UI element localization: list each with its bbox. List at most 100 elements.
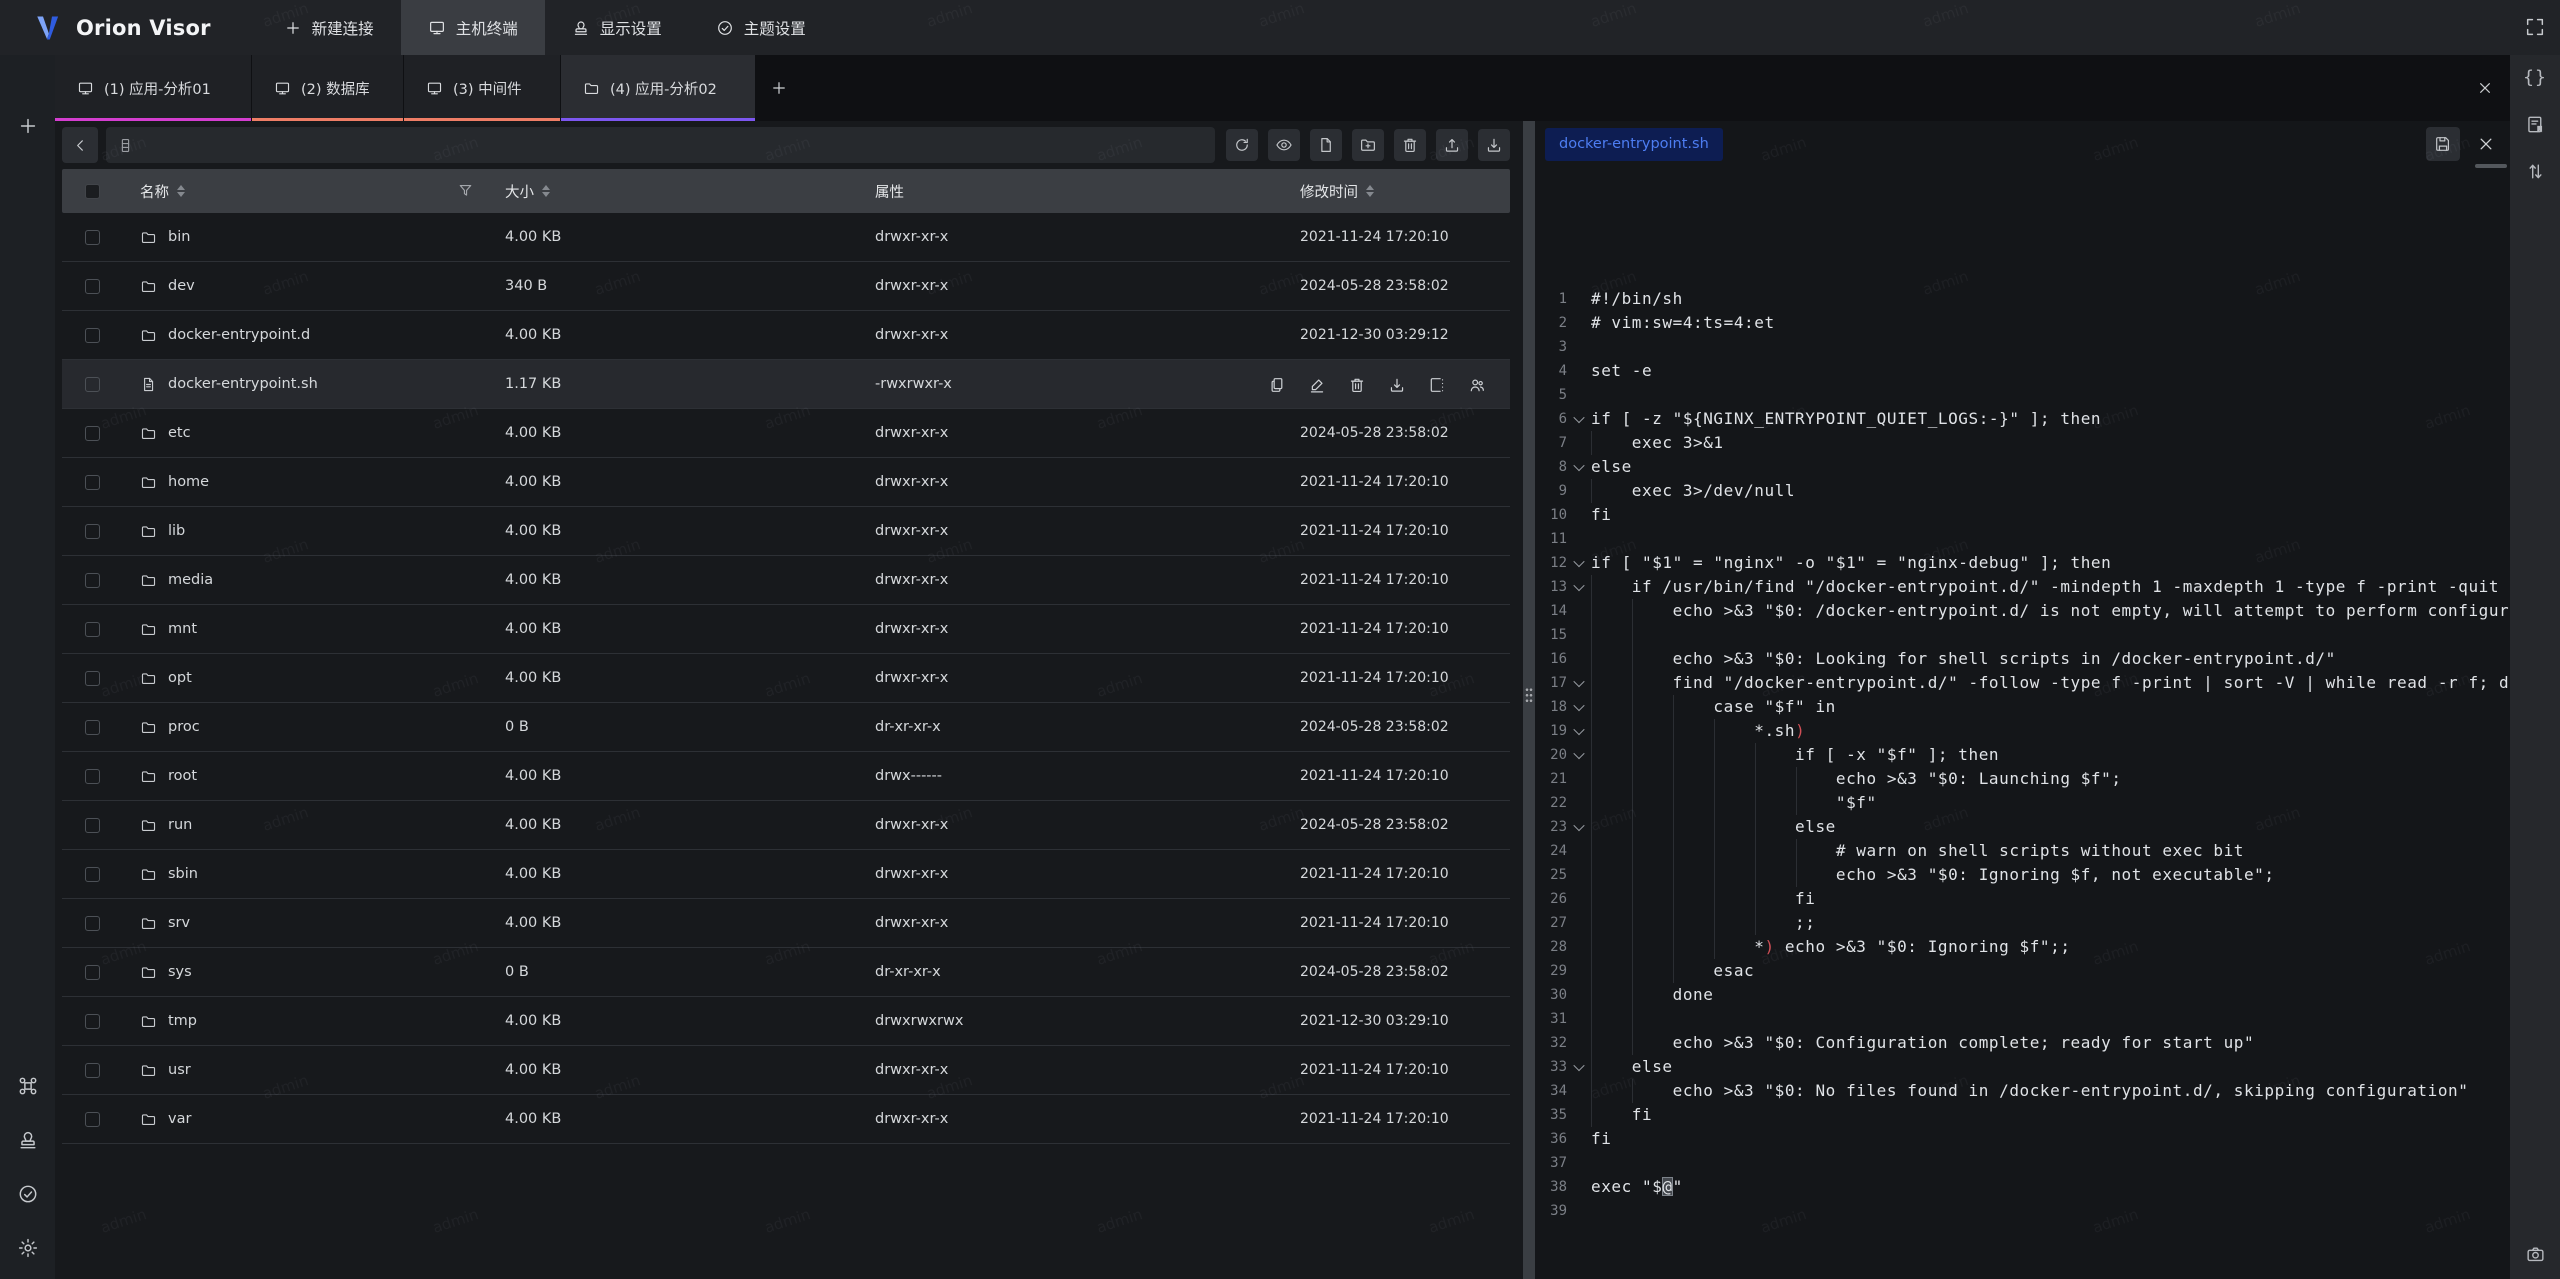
row-checkbox[interactable] [85,279,100,294]
table-row[interactable]: docker-entrypoint.sh1.17 KB-rwxrwxr-x [62,360,1510,409]
sort-arrows-icon[interactable] [1366,185,1374,198]
row-checkbox[interactable] [85,524,100,539]
download-button[interactable] [1478,129,1510,161]
row-checkbox[interactable] [85,1112,100,1127]
fold-toggle-icon[interactable] [1567,719,1591,743]
select-all-checkbox[interactable] [85,184,100,199]
sort-arrows-icon[interactable] [177,185,185,198]
file-size-cell: 4.00 KB [500,229,870,245]
refresh-button[interactable] [1226,129,1258,161]
table-row[interactable]: usr4.00 KBdrwxr-xr-x2021-11-24 17:20:10 [62,1046,1510,1095]
gear-icon[interactable] [17,1237,39,1259]
table-row[interactable]: etc4.00 KBdrwxr-xr-x2024-05-28 23:58:02 [62,409,1510,458]
eye-button[interactable] [1268,129,1300,161]
table-row[interactable]: root4.00 KBdrwx------2021-11-24 17:20:10 [62,752,1510,801]
row-checkbox[interactable] [85,965,100,980]
fold-toggle-icon[interactable] [1567,455,1591,479]
editor-code-area[interactable]: 1#!/bin/sh2# vim:sw=4:ts=4:et34set -e56i… [1535,287,2510,1223]
table-row[interactable]: sbin4.00 KBdrwxr-xr-x2021-11-24 17:20:10 [62,850,1510,899]
row-checkbox[interactable] [85,230,100,245]
fold-toggle-icon[interactable] [1567,695,1591,719]
path-input[interactable] [106,127,1215,163]
nav-item-new-connection[interactable]: 新建连接 [257,0,401,55]
code-text: find "/docker-entrypoint.d/" -follow -ty… [1591,673,2510,692]
fold-toggle-icon[interactable] [1567,815,1591,839]
file-name: dev [168,278,195,294]
close-panel-icon[interactable] [2476,79,2494,97]
doc-bookmark-icon[interactable] [2525,114,2546,135]
new-folder-button[interactable] [1352,129,1384,161]
trash-icon[interactable] [1348,376,1366,394]
row-checkbox[interactable] [85,475,100,490]
row-checkbox[interactable] [85,671,100,686]
row-checkbox[interactable] [85,818,100,833]
table-row[interactable]: sys0 Bdr-xr-xr-x2024-05-28 23:58:02 [62,948,1510,997]
editor-file-tab[interactable]: docker-entrypoint.sh [1545,128,1723,161]
table-row[interactable]: dev340 Bdrwxr-xr-x2024-05-28 23:58:02 [62,262,1510,311]
download-icon[interactable] [1388,376,1406,394]
new-file-button[interactable] [1310,129,1342,161]
tab-2[interactable]: (2) 数据库 [252,55,403,121]
fold-toggle-icon[interactable] [1567,1055,1591,1079]
row-checkbox[interactable] [85,867,100,882]
row-checkbox[interactable] [85,1014,100,1029]
row-checkbox[interactable] [85,377,100,392]
table-row[interactable]: tmp4.00 KBdrwxrwxrwx2021-12-30 03:29:10 [62,997,1510,1046]
fullscreen-icon[interactable] [2524,16,2546,38]
table-row[interactable]: lib4.00 KBdrwxr-xr-x2021-11-24 17:20:10 [62,507,1510,556]
plus-icon[interactable] [17,115,39,137]
tab-3[interactable]: (3) 中间件 [404,55,560,121]
table-row[interactable]: docker-entrypoint.d4.00 KBdrwxr-xr-x2021… [62,311,1510,360]
sort-arrows-icon[interactable] [542,185,550,198]
column-header-size[interactable]: 大小 [500,169,870,213]
permission-icon[interactable] [1468,376,1486,394]
table-row[interactable]: opt4.00 KBdrwxr-xr-x2021-11-24 17:20:10 [62,654,1510,703]
braces-icon[interactable]: {} [2525,67,2546,88]
table-row[interactable]: home4.00 KBdrwxr-xr-x2021-11-24 17:20:10 [62,458,1510,507]
fold-toggle-icon[interactable] [1567,407,1591,431]
new-tab-button[interactable] [756,55,802,121]
panel-resize-handle[interactable] [1523,121,1535,1279]
row-checkbox[interactable] [85,426,100,441]
column-header-name[interactable]: 名称 [122,169,500,213]
tab-1[interactable]: (1) 应用-分析01 [55,55,251,121]
camera-icon[interactable] [2525,1244,2546,1265]
trash-button[interactable] [1394,129,1426,161]
row-checkbox[interactable] [85,622,100,637]
command-icon[interactable] [17,1075,39,1097]
fold-toggle-icon[interactable] [1567,671,1591,695]
table-row[interactable]: proc0 Bdr-xr-xr-x2024-05-28 23:58:02 [62,703,1510,752]
row-checkbox[interactable] [85,1063,100,1078]
close-icon[interactable] [2476,134,2496,154]
nav-item-theme-settings[interactable]: 主题设置 [689,0,833,55]
back-button[interactable] [62,127,98,163]
column-header-time[interactable]: 修改时间 [1290,169,1510,213]
fold-toggle-icon[interactable] [1567,575,1591,599]
row-checkbox[interactable] [85,916,100,931]
move-icon[interactable] [1428,376,1446,394]
filter-icon[interactable] [457,182,474,199]
copy-icon[interactable] [1268,376,1286,394]
table-row[interactable]: bin4.00 KBdrwxr-xr-x2021-11-24 17:20:10 [62,213,1510,262]
edit-icon[interactable] [1308,376,1326,394]
nav-item-display-settings[interactable]: 显示设置 [545,0,689,55]
tab-4[interactable]: (4) 应用-分析02 [561,55,755,121]
table-row[interactable]: mnt4.00 KBdrwxr-xr-x2021-11-24 17:20:10 [62,605,1510,654]
palette-icon[interactable] [17,1183,39,1205]
row-checkbox[interactable] [85,573,100,588]
nav-item-host-terminal[interactable]: 主机终端 [401,0,545,55]
table-row[interactable]: run4.00 KBdrwxr-xr-x2024-05-28 23:58:02 [62,801,1510,850]
fold-toggle-icon[interactable] [1567,743,1591,767]
stamp-icon[interactable] [17,1129,39,1151]
save-icon[interactable] [2426,127,2460,161]
row-checkbox[interactable] [85,720,100,735]
swap-icon[interactable] [2525,161,2546,182]
fold-toggle-icon[interactable] [1567,551,1591,575]
table-row[interactable]: var4.00 KBdrwxr-xr-x2021-11-24 17:20:10 [62,1095,1510,1144]
table-row[interactable]: media4.00 KBdrwxr-xr-x2021-11-24 17:20:1… [62,556,1510,605]
table-row[interactable]: srv4.00 KBdrwxr-xr-x2021-11-24 17:20:10 [62,899,1510,948]
editor-scrollbar-thumb[interactable] [2475,164,2507,168]
upload-button[interactable] [1436,129,1468,161]
row-checkbox[interactable] [85,769,100,784]
row-checkbox[interactable] [85,328,100,343]
